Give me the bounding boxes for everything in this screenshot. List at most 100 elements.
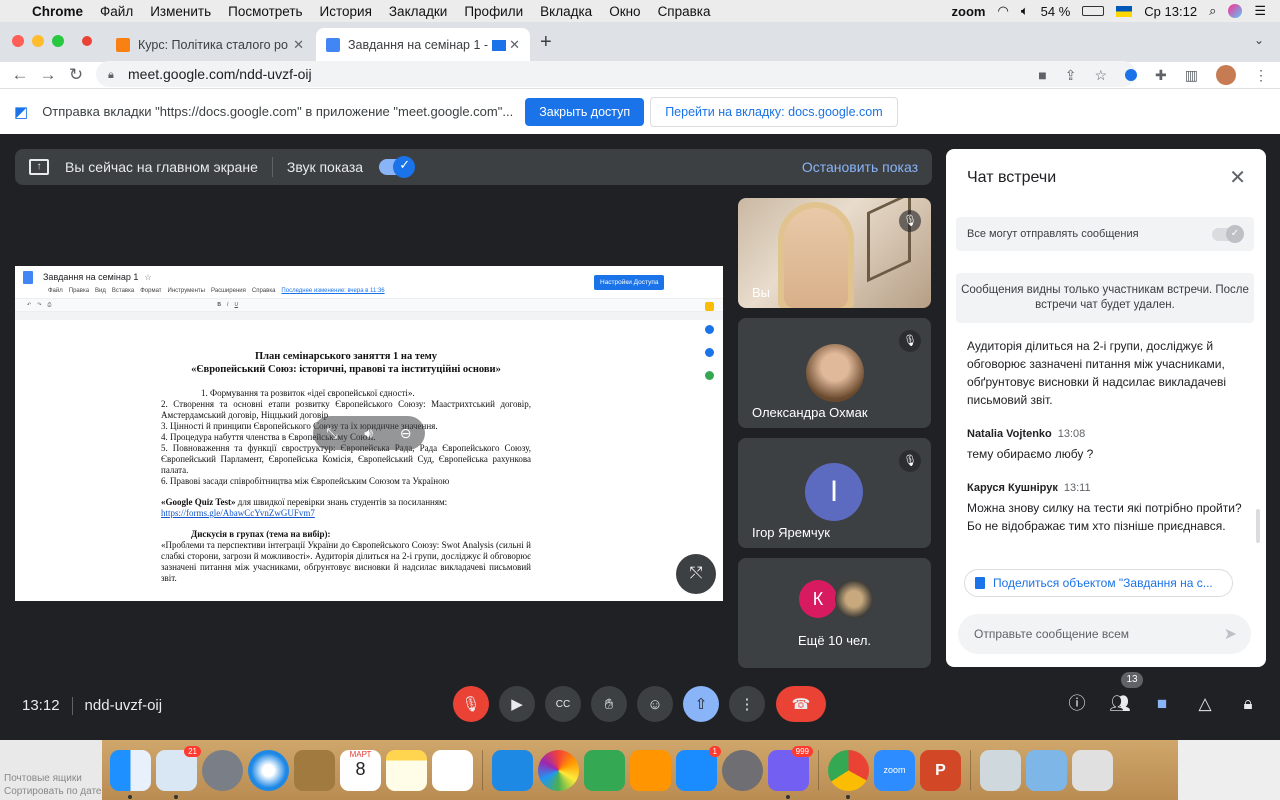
keynote-icon[interactable] [492, 749, 533, 791]
calendar-icon[interactable]: МАРТ 8 [340, 749, 381, 791]
tab-course[interactable]: Курс: Політика сталого розв ✕ [106, 28, 314, 62]
notefile-icon[interactable] [294, 749, 335, 791]
launchpad-icon[interactable] [202, 749, 243, 791]
extensions-puzzle-icon[interactable]: ✚ [1155, 67, 1167, 84]
participant-tile-you[interactable]: 🎙︎ Вы [738, 198, 931, 308]
powerpoint-icon[interactable]: P [920, 749, 961, 791]
camera-icon[interactable]: ■ [1038, 67, 1046, 83]
extension-blue-icon[interactable] [1125, 69, 1138, 81]
menu-help[interactable]: Справка [658, 4, 711, 19]
search-icon[interactable]: ⌕ [1209, 3, 1216, 19]
share-link-button[interactable]: ⤲ [676, 554, 716, 594]
close-access-button[interactable]: Закрыть доступ [525, 97, 645, 126]
bookmark-star-icon[interactable]: ☆ [1094, 67, 1107, 84]
stop-presenting-button[interactable]: Остановить показ [802, 159, 918, 175]
menu-view[interactable]: Посмотреть [228, 4, 302, 19]
minimize-icon[interactable]: ⤡ [326, 425, 337, 442]
chrome-icon[interactable] [828, 749, 869, 799]
more-menu-icon[interactable]: ⋮ [1254, 67, 1268, 84]
people-icon[interactable]: 👥︎ [1106, 690, 1134, 718]
volume-icon[interactable]: 🔈︎ [1021, 3, 1029, 19]
allow-messages-toggle[interactable] [1212, 224, 1244, 243]
app-store-icon[interactable]: 1 [676, 745, 721, 791]
menu-profiles[interactable]: Профили [464, 4, 523, 19]
viber-icon[interactable]: 999 [768, 745, 813, 799]
menu-history[interactable]: История [320, 4, 372, 19]
reminders-icon[interactable] [432, 749, 473, 791]
datetime[interactable]: Ср 13:12 [1144, 4, 1197, 19]
system-preferences-icon[interactable] [722, 749, 763, 791]
books-icon[interactable] [630, 749, 671, 791]
doc-menu-insert: Вставка [111, 288, 135, 294]
reload-icon[interactable]: ↻ [62, 65, 90, 85]
menu-tab[interactable]: Вкладка [540, 4, 592, 19]
zoom-icon[interactable]: zoom [874, 749, 915, 791]
maximize-window-button[interactable] [52, 35, 64, 47]
close-window-button[interactable] [12, 35, 24, 47]
share-audio-toggle[interactable]: ✓ [379, 156, 416, 178]
reactions-button[interactable]: ☺ [637, 686, 673, 722]
menu-file[interactable]: Файл [100, 4, 133, 19]
profile-avatar[interactable] [1216, 65, 1236, 85]
menu-bookmarks[interactable]: Закладки [389, 4, 447, 19]
tab-docs[interactable]: Завдання на семінар 1 - G ✕ [316, 28, 530, 62]
battery-icon[interactable] [1082, 6, 1105, 16]
send-icon[interactable]: ➤ [1224, 624, 1237, 644]
tab-sharing-infobar: ◩ Отправка вкладки "https://docs.google.… [0, 88, 1280, 134]
end-call-button[interactable]: ☎︎ [776, 686, 826, 722]
sound-icon[interactable]: 🔊︎ [364, 425, 373, 442]
numbers-icon[interactable] [584, 749, 625, 791]
mic-toggle-button[interactable]: 🎙︎ [453, 686, 489, 722]
tab-search-icon[interactable]: ⌄ [1254, 33, 1264, 47]
menubar: Chrome Файл Изменить Посмотреть История … [0, 0, 1280, 22]
mail-icon[interactable]: 21 [156, 745, 201, 799]
control-center-icon[interactable]: ☰ [1254, 3, 1266, 19]
participant-tile-oleksandra[interactable]: 🎙︎ Олександра Охмак [738, 318, 931, 428]
menu-edit[interactable]: Изменить [150, 4, 211, 19]
trash-icon[interactable] [1072, 749, 1113, 791]
flag-icon[interactable] [1116, 5, 1133, 17]
safari-icon[interactable] [248, 749, 289, 791]
chat-scrollbar[interactable] [1256, 509, 1260, 543]
forward-icon[interactable]: → [34, 65, 62, 85]
zoom-menu-item[interactable]: zoom [952, 4, 986, 19]
battery-percent[interactable]: 54 % [1041, 4, 1071, 19]
downloads-folder-icon[interactable] [1026, 749, 1067, 791]
captions-button[interactable]: CC [545, 686, 581, 722]
close-tab-icon[interactable]: ✕ [293, 37, 304, 53]
menu-window[interactable]: Окно [609, 4, 640, 19]
wifi-icon[interactable]: ◠ [998, 3, 1009, 19]
url-input[interactable]: 🔒︎ meet.google.com/ndd-uvzf-oij [96, 61, 1136, 87]
goto-tab-button[interactable]: Перейти на вкладку: docs.google.com [650, 96, 898, 127]
more-options-button[interactable]: ⋮ [729, 686, 765, 722]
close-icon[interactable]: ✕ [1229, 165, 1246, 190]
camera-toggle-button[interactable]: ▶ [499, 686, 535, 722]
message-time: 13:11 [1063, 482, 1091, 494]
minimize-window-button[interactable] [32, 35, 44, 47]
side-panel-icon[interactable]: ▥ [1185, 67, 1198, 84]
share-page-icon[interactable]: ⇪ [1065, 67, 1077, 84]
host-controls-icon[interactable]: 🔒︎ [1234, 690, 1262, 718]
chat-message-input[interactable]: Отправьте сообщение всем ➤ [958, 614, 1251, 654]
preview-icon[interactable] [980, 749, 1021, 791]
meeting-details-icon[interactable]: ⓘ [1063, 690, 1091, 718]
raise-hand-button[interactable]: ✋︎ [591, 686, 627, 722]
present-button[interactable]: ⇧ [683, 686, 719, 722]
notes-icon[interactable] [386, 749, 427, 791]
lock-icon[interactable]: 🔒︎ [108, 69, 118, 81]
menu-app-chrome[interactable]: Chrome [32, 4, 83, 19]
close-tab-icon[interactable]: ✕ [509, 37, 520, 53]
photos-icon[interactable] [538, 749, 579, 791]
fullscreen-icon[interactable]: ⊖ [400, 425, 412, 442]
participant-tile-ihor[interactable]: І 🎙︎ Ігор Яремчук [738, 438, 931, 548]
activities-icon[interactable]: △ [1191, 690, 1219, 718]
new-tab-button[interactable]: + [540, 31, 552, 54]
share-object-chip[interactable]: Поделиться объектом "Завдання на с... [964, 569, 1233, 597]
back-icon[interactable]: ← [6, 65, 34, 85]
chat-icon[interactable]: ■ [1148, 690, 1176, 718]
shared-document-view[interactable]: Завдання на семінар 1 ☆ Файл Правка Вид … [15, 266, 723, 601]
finder-icon[interactable] [110, 749, 151, 799]
more-participants-tile[interactable]: К Ещё 10 чел. [738, 558, 931, 668]
siri-icon[interactable] [1228, 4, 1243, 18]
pip-controls[interactable]: ⤡ 🔊︎ ⊖ [313, 416, 425, 450]
